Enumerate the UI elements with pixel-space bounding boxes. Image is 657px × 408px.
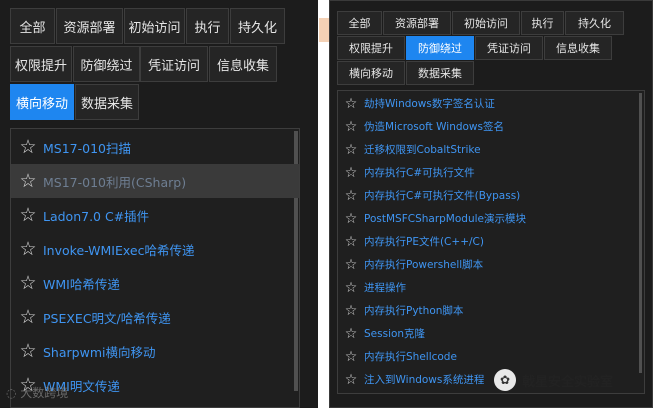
star-outline-icon[interactable]: ☆: [342, 188, 360, 204]
list-item-label: Invoke-WMIExec哈希传递: [43, 242, 195, 258]
star-outline-icon[interactable]: ☆: [342, 372, 360, 388]
list-item-label: WMI哈希传递: [43, 276, 120, 292]
left-tab-8[interactable]: 信息收集: [209, 46, 277, 82]
list-item[interactable]: ☆ 内存执行Powershell脚本: [338, 253, 644, 276]
right-tab-6[interactable]: 防御绕过: [406, 36, 474, 60]
star-outline-icon[interactable]: ☆: [342, 280, 360, 296]
left-tab-0[interactable]: 全部: [10, 8, 55, 44]
list-item[interactable]: ☆ 内存执行C#可执行文件(Bypass): [338, 184, 644, 207]
list-item[interactable]: ☆ 内存执行Shellcode: [338, 345, 644, 368]
list-item-label: 内存执行Shellcode: [364, 351, 457, 363]
right-tab-4[interactable]: 持久化: [565, 11, 624, 35]
list-item[interactable]: ☆ Sharpwmi横向移动: [11, 334, 299, 368]
right-watermark: ✿ 戟星安全实验室: [494, 369, 613, 391]
star-outline-icon[interactable]: ☆: [342, 165, 360, 181]
list-item-label: 内存执行PE文件(C++/C): [364, 236, 484, 248]
list-item-label: 进程操作: [364, 282, 406, 294]
list-item-label: Session克隆: [364, 328, 426, 340]
list-item[interactable]: ☆ PSEXEC明文/哈希传递: [11, 300, 299, 334]
list-item-label: Sharpwmi横向移动: [43, 344, 156, 360]
left-tab-1[interactable]: 资源部署: [56, 8, 123, 44]
star-outline-icon[interactable]: ☆: [15, 340, 41, 362]
right-tab-10[interactable]: 数据采集: [406, 61, 474, 85]
list-item[interactable]: ☆ PostMSFCSharpModule演示模块: [338, 207, 644, 230]
star-outline-icon[interactable]: ☆: [342, 303, 360, 319]
right-panel: 全部 资源部署 初始访问 执行 持久化 权限提升 防御绕过 凭证访问 信息收集 横向移动 数据采集 …: [329, 0, 653, 408]
list-item[interactable]: ☆ MS17-010利用(CSharp): [11, 164, 299, 198]
right-tab-3[interactable]: 执行: [521, 11, 564, 35]
left-item-list[interactable]: ☆ MS17-010扫描 ☆ MS17-010利用(CSharp) ☆ Ladon7.0 …: [10, 128, 300, 408]
star-outline-icon[interactable]: ☆: [15, 170, 41, 192]
list-item[interactable]: ☆ 内存执行Python脚本: [338, 299, 644, 322]
star-outline-icon[interactable]: ☆: [342, 211, 360, 227]
list-item[interactable]: ☆ Invoke-WMIExec哈希传递: [11, 232, 299, 266]
list-item[interactable]: ☆ 迁移权限到CobaltStrike: [338, 138, 644, 161]
left-watermark-text: 大数跨境: [20, 386, 69, 400]
left-tab-3[interactable]: 执行: [186, 8, 229, 44]
left-tab-4[interactable]: 持久化: [230, 8, 285, 44]
background-fragment: [319, 18, 329, 42]
list-item-label: 内存执行Python脚本: [364, 305, 464, 317]
list-item[interactable]: ☆ 劫持Windows数字签名认证: [338, 92, 644, 115]
list-item[interactable]: ☆ 进程操作: [338, 276, 644, 299]
watermark-logo-icon: ◌: [6, 386, 21, 400]
list-item[interactable]: ☆ 内存执行PE文件(C++/C): [338, 230, 644, 253]
right-tab-8[interactable]: 信息收集: [544, 36, 612, 60]
left-tab-5[interactable]: 权限提升: [10, 46, 72, 82]
star-outline-icon[interactable]: ☆: [15, 204, 41, 226]
list-item-label: Ladon7.0 C#插件: [43, 208, 150, 224]
right-tab-0[interactable]: 全部: [337, 11, 382, 35]
star-outline-icon[interactable]: ☆: [342, 257, 360, 273]
star-outline-icon[interactable]: ☆: [342, 349, 360, 365]
list-item-label: PostMSFCSharpModule演示模块: [364, 213, 526, 225]
right-tab-1[interactable]: 资源部署: [383, 11, 451, 35]
right-item-list[interactable]: ☆ 劫持Windows数字签名认证 ☆ 伪造Microsoft Windows签名 ☆ 迁…: [337, 90, 645, 394]
left-tab-2[interactable]: 初始访问: [124, 8, 185, 44]
right-tab-7[interactable]: 凭证访问: [475, 36, 543, 60]
list-item-label: MS17-010利用(CSharp): [43, 174, 187, 190]
list-item-label: 内存执行Powershell脚本: [364, 259, 484, 271]
star-outline-icon[interactable]: ☆: [15, 238, 41, 260]
list-item-label: 迁移权限到CobaltStrike: [364, 144, 481, 156]
wechat-logo-icon: ✿: [494, 369, 516, 391]
list-item-label: MS17-010扫描: [43, 140, 131, 156]
list-item[interactable]: ☆ Session克隆: [338, 322, 644, 345]
right-watermark-text: 戟星安全实验室: [522, 374, 614, 390]
star-outline-icon[interactable]: ☆: [342, 119, 360, 135]
list-item-label: 伪造Microsoft Windows签名: [364, 121, 504, 133]
left-tab-6[interactable]: 防御绕过: [73, 46, 140, 82]
left-panel: 全部 资源部署 初始访问 执行 持久化 权限提升 防御绕过 凭证访问 信息收集 横向移动 数据采集 …: [0, 0, 318, 408]
star-outline-icon[interactable]: ☆: [342, 96, 360, 112]
list-item-label: 内存执行C#可执行文件: [364, 167, 475, 179]
list-item[interactable]: ☆ 内存执行C#可执行文件: [338, 161, 644, 184]
list-item[interactable]: ☆ MS17-010扫描: [11, 130, 299, 164]
left-watermark: ◌ 大数跨境: [6, 384, 68, 401]
list-item-label: 劫持Windows数字签名认证: [364, 98, 495, 110]
list-item-label: 内存执行C#可执行文件(Bypass): [364, 190, 521, 202]
star-outline-icon[interactable]: ☆: [342, 326, 360, 342]
right-tab-2[interactable]: 初始访问: [452, 11, 520, 35]
star-outline-icon[interactable]: ☆: [15, 272, 41, 294]
star-outline-icon[interactable]: ☆: [15, 306, 41, 328]
list-item-label: 注入到Windows系统进程: [364, 374, 485, 386]
list-item[interactable]: ☆ WMI哈希传递: [11, 266, 299, 300]
right-tab-5[interactable]: 权限提升: [337, 36, 405, 60]
list-item[interactable]: ☆ Ladon7.0 C#插件: [11, 198, 299, 232]
star-outline-icon[interactable]: ☆: [342, 234, 360, 250]
left-tab-10[interactable]: 数据采集: [75, 84, 139, 120]
list-item[interactable]: ☆ 伪造Microsoft Windows签名: [338, 115, 644, 138]
left-tab-9[interactable]: 横向移动: [10, 84, 74, 120]
left-tab-7[interactable]: 凭证访问: [140, 46, 208, 82]
star-outline-icon[interactable]: ☆: [342, 142, 360, 158]
star-outline-icon[interactable]: ☆: [15, 136, 41, 158]
right-tab-9[interactable]: 横向移动: [337, 61, 405, 85]
list-item-label: PSEXEC明文/哈希传递: [43, 310, 171, 326]
